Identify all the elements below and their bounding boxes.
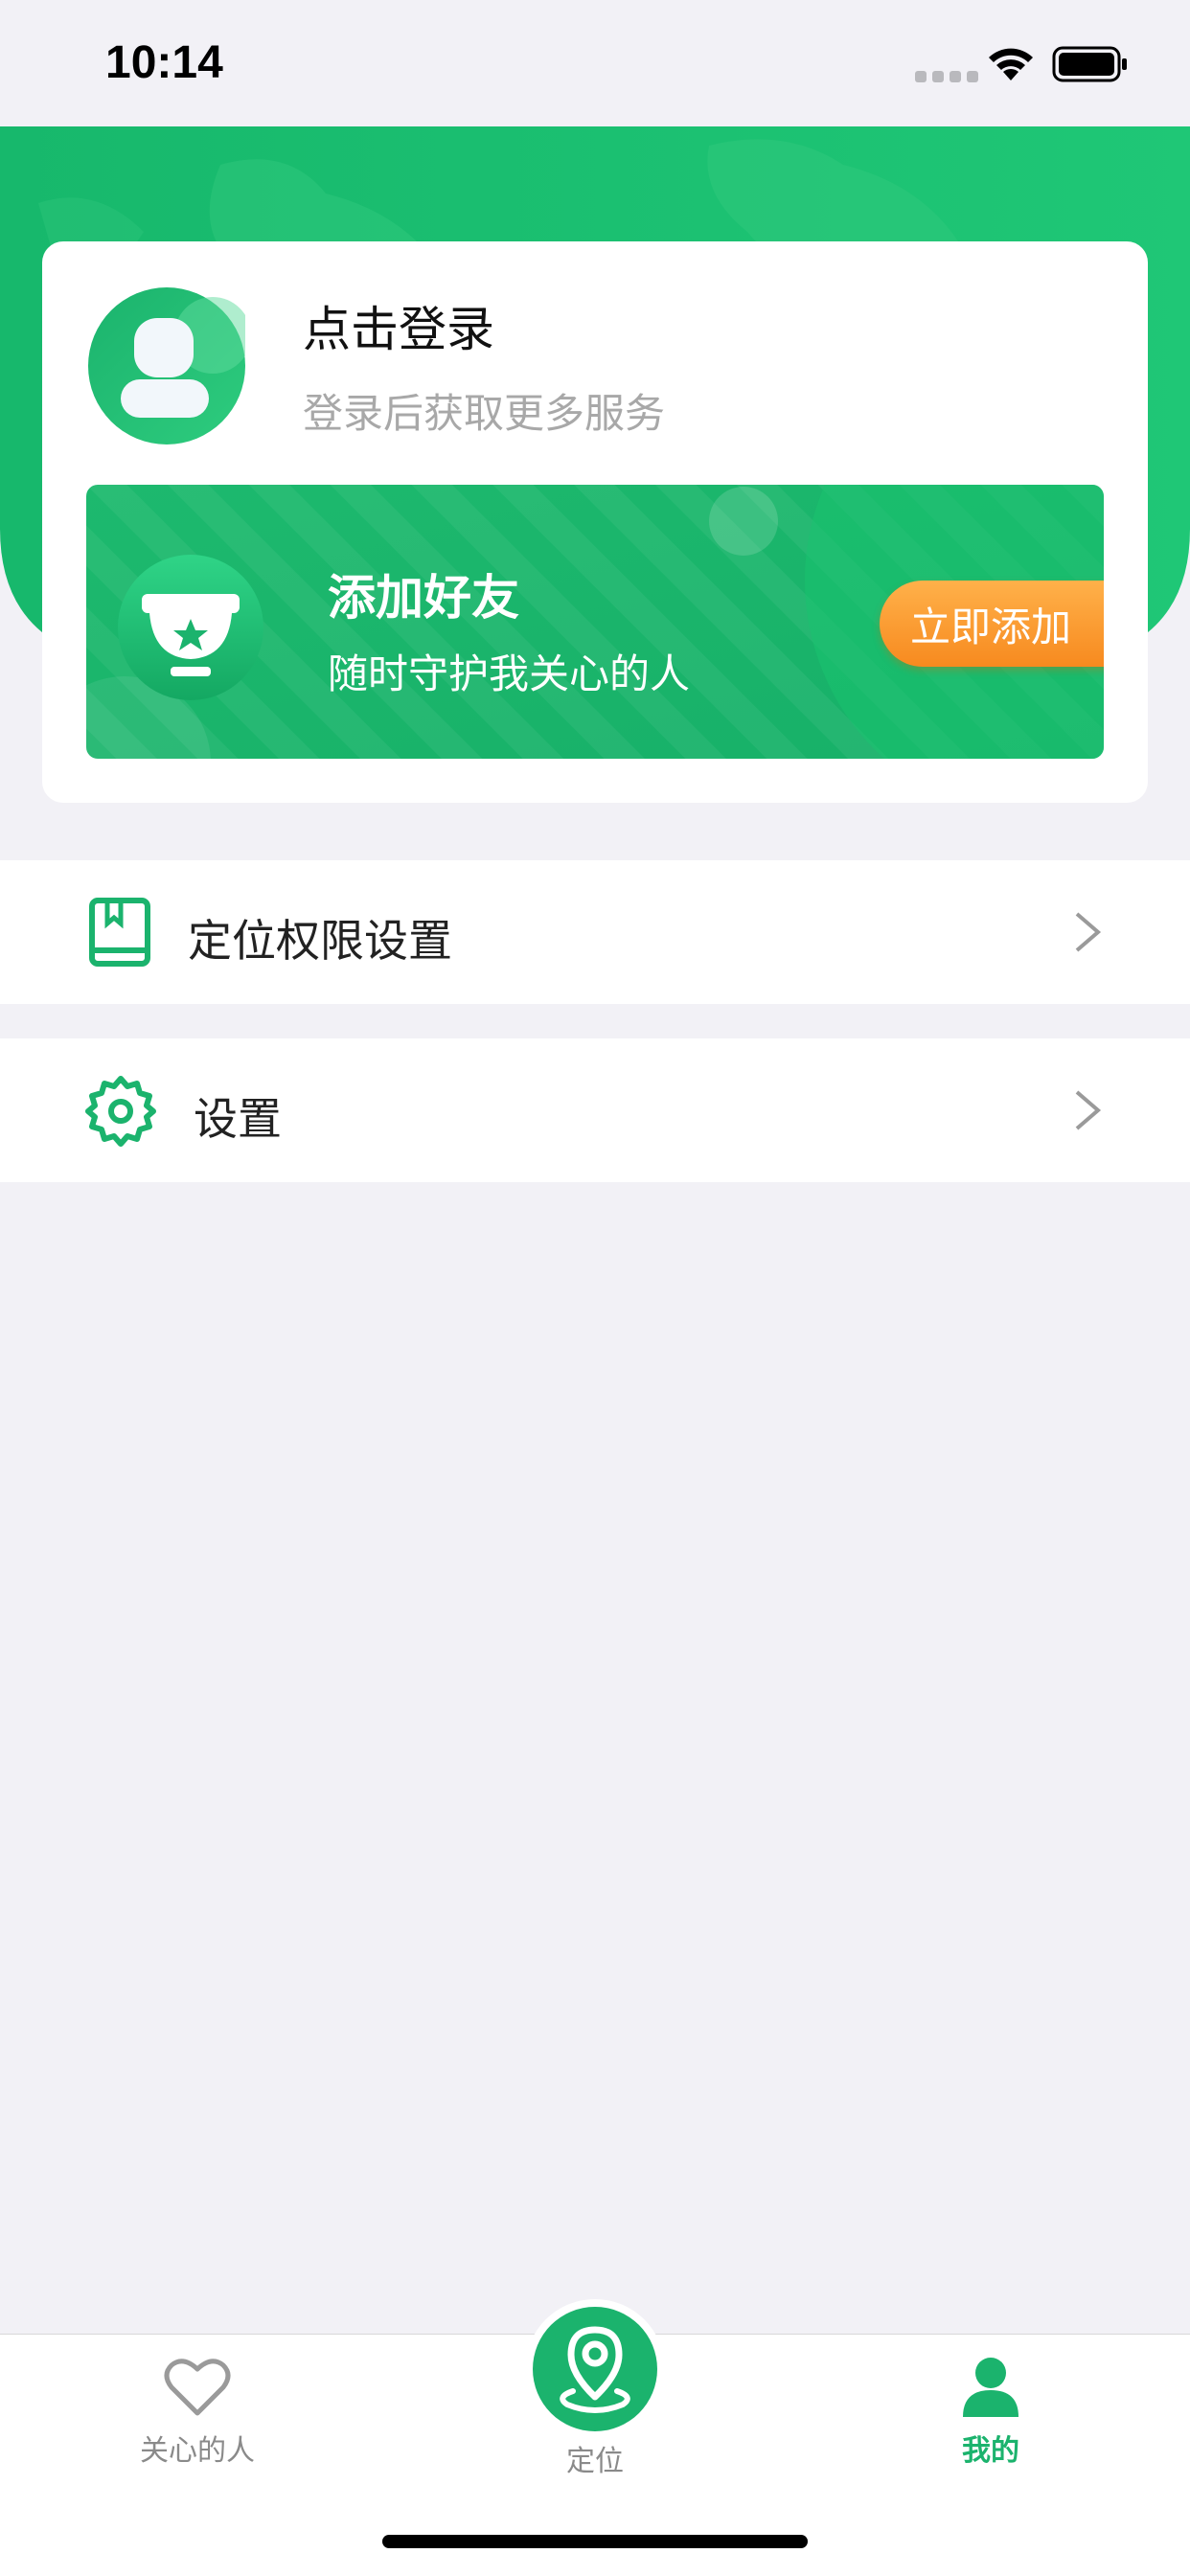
gear-icon [85, 1076, 156, 1147]
add-now-button[interactable]: 立即添加 [880, 581, 1104, 667]
add-friend-banner[interactable]: 添加好友 随时守护我关心的人 立即添加 [86, 485, 1104, 759]
battery-icon [1052, 46, 1127, 82]
banner-subtitle: 随时守护我关心的人 [328, 650, 691, 697]
heart-icon [164, 2359, 231, 2416]
book-icon [89, 898, 150, 967]
chevron-right-icon [1075, 1090, 1102, 1130]
tab-label-cared-people: 关心的人 [140, 2434, 255, 2468]
login-title[interactable]: 点击登录 [303, 291, 494, 360]
tab-cared-people[interactable]: 关心的人 [73, 2356, 322, 2469]
status-bar: 10:14 [0, 0, 1190, 126]
trophy-star-icon [118, 555, 263, 700]
menu-item-settings[interactable]: 设置 [0, 1038, 1190, 1182]
signal-icon [915, 71, 978, 82]
tab-label-location: 定位 [566, 2445, 624, 2478]
tab-label-mine: 我的 [962, 2434, 1019, 2468]
user-avatar-icon[interactable] [88, 287, 245, 445]
menu-label-settings: 设置 [194, 1093, 282, 1145]
login-card[interactable]: 点击登录 登录后获取更多服务 添加好友 随时守护我关心的人 立即添加 [42, 241, 1148, 803]
location-pin-icon [560, 2326, 630, 2413]
chevron-right-icon [1075, 912, 1102, 952]
tab-location[interactable] [525, 2299, 665, 2439]
menu-item-location-permission[interactable]: 定位权限设置 [0, 860, 1190, 1004]
tab-mine[interactable]: 我的 [866, 2356, 1115, 2469]
banner-title: 添加好友 [328, 570, 519, 626]
person-icon [963, 2358, 1018, 2417]
home-indicator [382, 2535, 808, 2548]
wifi-icon [989, 48, 1033, 80]
menu-label-location-permission: 定位权限设置 [188, 915, 452, 967]
login-subtitle: 登录后获取更多服务 [303, 390, 666, 437]
status-time: 10:14 [105, 37, 223, 88]
